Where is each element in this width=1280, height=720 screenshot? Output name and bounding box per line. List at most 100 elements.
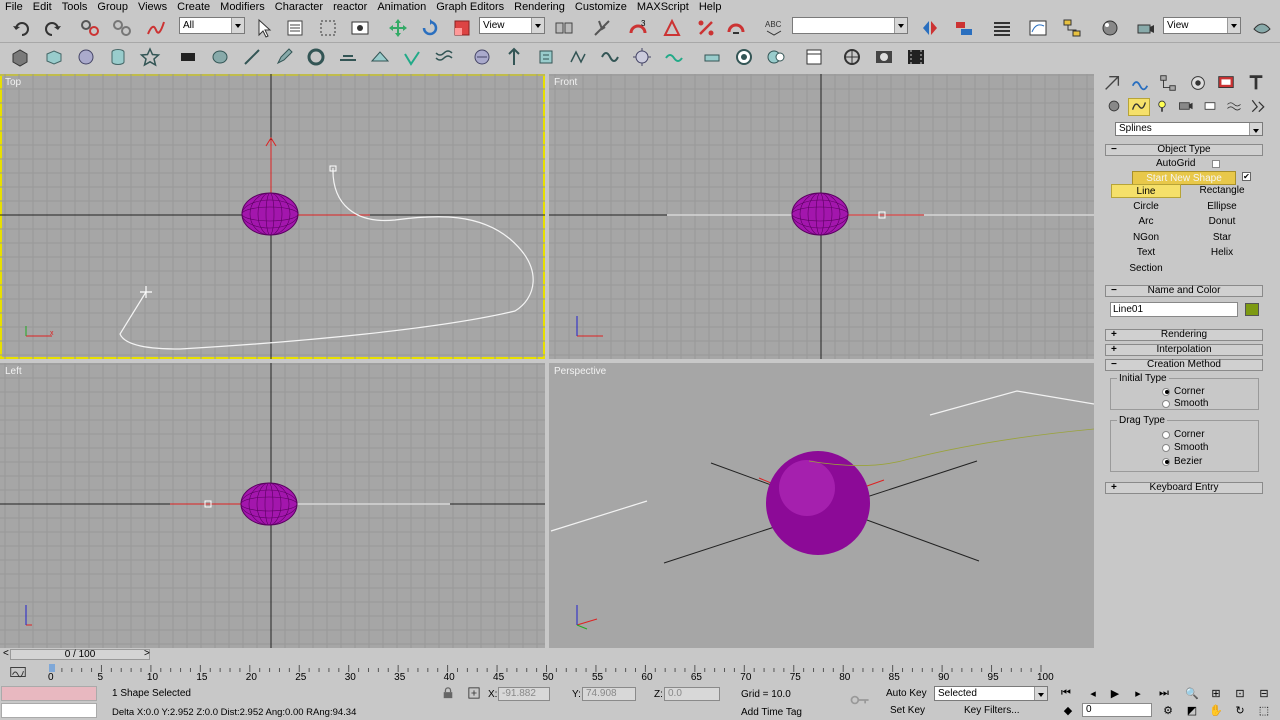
hierarchy-tab-icon[interactable] [1158, 74, 1178, 92]
render-frame-icon[interactable] [802, 45, 826, 69]
category-dropdown[interactable]: Splines [1115, 122, 1263, 136]
rectangle-button[interactable]: Rectangle [1187, 184, 1257, 198]
time-slider-thumb[interactable]: 0 / 100 [10, 649, 150, 660]
unlink-selection-icon[interactable] [110, 16, 134, 40]
viewport-left[interactable]: Left [0, 363, 545, 648]
previous-frame-icon[interactable]: ◂ [1085, 686, 1101, 700]
zoom-icon[interactable]: 🔍 [1184, 686, 1200, 700]
drag-smooth-radio[interactable]: Smooth [1162, 442, 1208, 453]
shapes-category-icon[interactable] [1128, 98, 1150, 116]
viewport-label[interactable]: Front [554, 77, 577, 88]
photo-icon[interactable] [872, 45, 896, 69]
cameras-category-icon[interactable] [1177, 98, 1195, 114]
key-mode-toggle-icon[interactable]: ◆ [1060, 703, 1076, 717]
scatter-icon[interactable] [534, 45, 558, 69]
menu-item-edit[interactable]: Edit [28, 1, 57, 13]
ellipse-button[interactable]: Ellipse [1187, 200, 1257, 214]
maximize-viewport-icon[interactable]: ⬚ [1256, 703, 1272, 717]
autogrid-checkbox[interactable] [1212, 160, 1220, 168]
angle-snap-icon[interactable] [660, 16, 684, 40]
pyramid-icon[interactable] [368, 45, 392, 69]
menu-item-character[interactable]: Character [270, 1, 328, 13]
motion-tab-icon[interactable] [1188, 74, 1208, 92]
initial-smooth-radio[interactable]: Smooth [1162, 398, 1208, 409]
auto-key-button[interactable]: Auto Key [886, 688, 927, 699]
set-key-button[interactable]: Set Key [890, 705, 925, 716]
menu-item-tools[interactable]: Tools [57, 1, 93, 13]
donut-button[interactable]: Donut [1187, 215, 1257, 229]
object-color-swatch[interactable] [1245, 303, 1259, 316]
ngon-button[interactable]: NGon [1111, 231, 1181, 245]
boolean-icon[interactable] [502, 45, 526, 69]
spinner-snap-icon[interactable] [724, 16, 748, 40]
percent-snap-icon[interactable] [694, 16, 718, 40]
space-warps-category-icon[interactable] [1225, 98, 1243, 114]
track-bar[interactable]: 0 5 10 15 20 25 30 35 40 45 50 55 60 65 70 75 80 85 90 95 10… [0, 661, 1099, 685]
lights-category-icon[interactable] [1153, 98, 1171, 114]
menu-item-create[interactable]: Create [172, 1, 215, 13]
object-type-rollout[interactable]: − Object Type [1105, 144, 1263, 156]
key-mode-dropdown[interactable]: Selected [934, 686, 1048, 701]
select-and-scale-icon[interactable] [450, 16, 474, 40]
cylinder-primitive-icon[interactable] [106, 45, 130, 69]
reactor-icon[interactable] [840, 45, 864, 69]
maxscript-listener-mini[interactable] [1, 686, 97, 701]
time-config-icon[interactable]: ⚙ [1160, 703, 1176, 717]
material-editor-icon[interactable] [1098, 16, 1122, 40]
x-coordinate-field[interactable]: -91.882 [498, 687, 550, 701]
geosphere-icon[interactable] [208, 45, 232, 69]
helper-icon[interactable] [700, 45, 724, 69]
viewport-top[interactable]: x Top [0, 74, 545, 359]
text-button[interactable]: Text [1111, 246, 1181, 260]
menu-item-group[interactable]: Group [92, 1, 133, 13]
viewport-front[interactable]: Front [549, 74, 1094, 359]
name-and-color-rollout[interactable]: − Name and Color [1105, 285, 1263, 297]
curve-editor-icon[interactable] [1026, 16, 1050, 40]
render-scene-icon[interactable] [1134, 16, 1158, 40]
quick-render-icon[interactable] [1250, 16, 1274, 40]
select-and-rotate-icon[interactable] [418, 16, 442, 40]
loft-icon[interactable] [470, 45, 494, 69]
named-selection-dropdown[interactable] [792, 17, 908, 34]
maxscript-input[interactable] [1, 703, 97, 718]
select-and-manipulate-icon[interactable] [590, 16, 614, 40]
pan-icon[interactable]: ✋ [1208, 703, 1224, 717]
modify-tab-icon[interactable] [1130, 74, 1150, 92]
render-view-dropdown[interactable]: View [1163, 17, 1241, 34]
viewport-label[interactable]: Top [5, 77, 21, 88]
select-and-move-icon[interactable] [386, 16, 410, 40]
viewport-front-canvas[interactable] [549, 74, 1094, 359]
drag-corner-radio[interactable]: Corner [1162, 429, 1205, 440]
torus-icon[interactable] [304, 45, 328, 69]
viewport-label[interactable]: Left [5, 366, 22, 377]
selection-filter-dropdown[interactable]: All [179, 17, 245, 34]
section-button[interactable]: Section [1111, 262, 1181, 276]
schematic-view-icon[interactable] [1060, 16, 1084, 40]
key-filters-button[interactable]: Key Filters... [964, 705, 1020, 716]
create-tab-icon[interactable] [1102, 74, 1122, 92]
systems-category-icon[interactable] [1249, 98, 1267, 114]
drag-bezier-radio[interactable]: Bezier [1162, 456, 1202, 467]
lock-selection-icon[interactable] [440, 686, 456, 700]
align-icon[interactable] [952, 16, 976, 40]
pivot-point-center-icon[interactable] [552, 16, 576, 40]
initial-corner-radio[interactable]: Corner [1162, 386, 1205, 397]
viewport-top-canvas[interactable]: x [0, 74, 545, 359]
menu-item-graph-editors[interactable]: Graph Editors [431, 1, 509, 13]
hedra-icon[interactable] [432, 45, 456, 69]
next-frame-icon[interactable]: ▸ [1130, 686, 1146, 700]
sphere-primitive-icon[interactable] [74, 45, 98, 69]
menu-item-file[interactable]: File [0, 1, 28, 13]
select-and-link-icon[interactable] [78, 16, 102, 40]
circle-button[interactable]: Circle [1111, 200, 1181, 214]
reference-coordinate-dropdown[interactable]: View [479, 17, 545, 34]
rectangular-selection-icon[interactable] [316, 16, 340, 40]
start-new-shape-checkbox[interactable]: ✔ [1242, 172, 1251, 181]
viewport-perspective[interactable]: Perspective [549, 363, 1094, 648]
window-crossing-icon[interactable] [348, 16, 372, 40]
plane-icon[interactable] [176, 45, 200, 69]
display-tab-icon[interactable] [1216, 74, 1236, 92]
zoom-all-icon[interactable]: ⊞ [1208, 686, 1224, 700]
orbit-icon[interactable]: ↻ [1232, 703, 1248, 717]
film-icon[interactable] [904, 45, 928, 69]
